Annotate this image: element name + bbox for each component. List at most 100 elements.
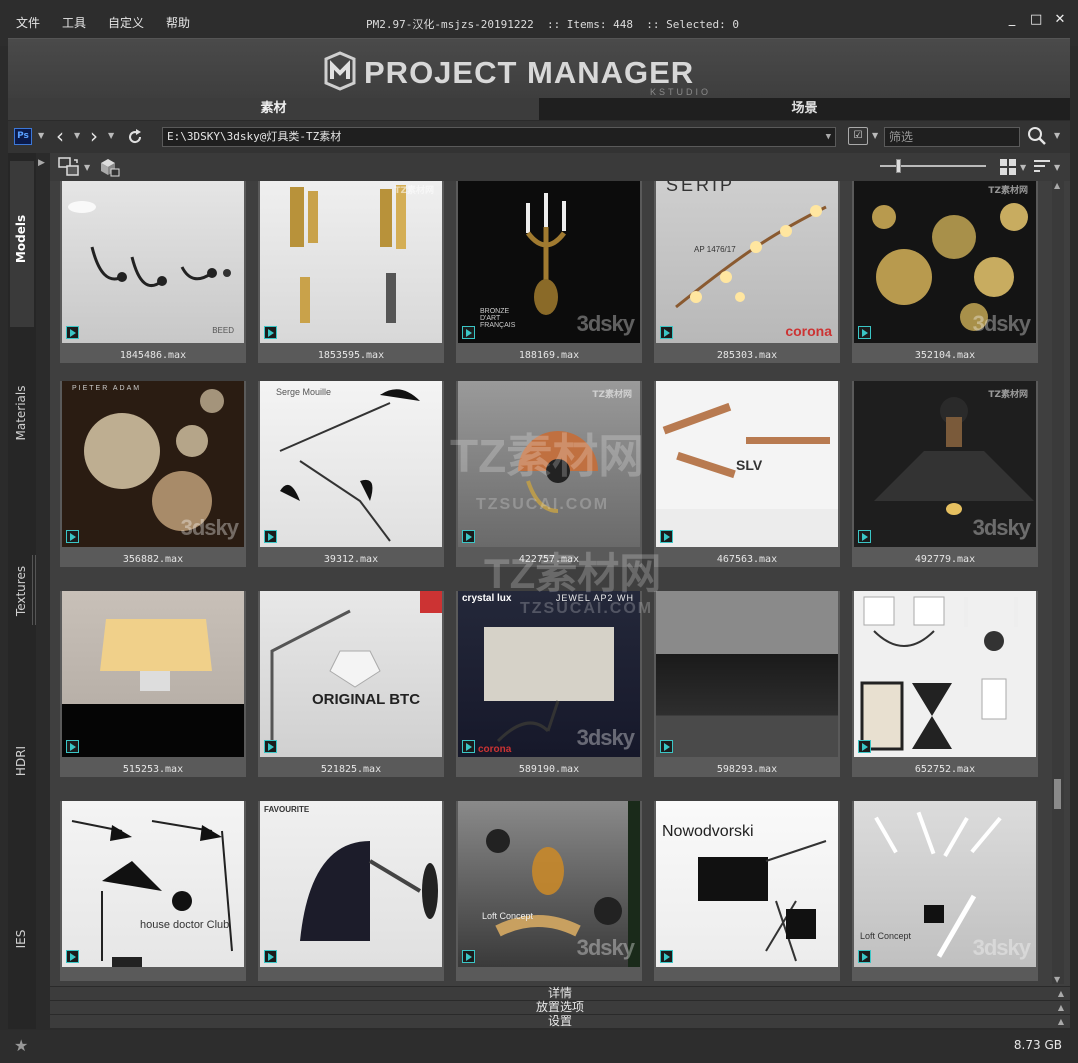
- star-icon[interactable]: ★: [14, 1036, 28, 1055]
- asset-card[interactable]: 515253.max: [60, 591, 246, 777]
- settings-panel[interactable]: 设置 ▲: [50, 1014, 1070, 1028]
- grid-scrollbar[interactable]: ▲ ▼: [1052, 181, 1064, 984]
- sort-dropdown-icon[interactable]: ▼: [1054, 163, 1060, 172]
- grid-view-icon[interactable]: [1000, 159, 1016, 175]
- asset-brand: FAVOURITE: [264, 805, 310, 814]
- category-textures[interactable]: Textures: [8, 566, 34, 616]
- status-bar: ★ 8.73 GB: [0, 1030, 1078, 1063]
- swap-view-icon[interactable]: [58, 157, 80, 177]
- asset-card[interactable]: 598293.max: [654, 591, 840, 777]
- asset-thumbnail: [62, 591, 244, 757]
- asset-card[interactable]: SERIP AP 1476/17 corona 285303.max: [654, 181, 840, 363]
- category-hdri[interactable]: HDRI: [8, 741, 34, 781]
- menu-help[interactable]: 帮助: [166, 14, 190, 31]
- asset-card[interactable]: Loft Concept 3dsky: [456, 801, 642, 981]
- minimize-icon[interactable]: _: [1006, 13, 1018, 26]
- asset-brand: Loft Concept: [860, 931, 912, 941]
- grid-dropdown-icon[interactable]: ▼: [1020, 163, 1026, 172]
- rail-splitter[interactable]: [32, 555, 36, 625]
- photoshop-icon[interactable]: Ps: [14, 128, 32, 145]
- close-icon[interactable]: ✕: [1054, 13, 1066, 26]
- asset-thumbnail: TZ素材网: [458, 381, 640, 547]
- category-ies[interactable]: IES: [8, 919, 34, 959]
- watermark-text: TZ素材网: [988, 186, 1028, 196]
- expand-icon[interactable]: ▲: [1058, 1015, 1064, 1028]
- thumb-size-slider-knob[interactable]: [896, 159, 901, 173]
- max-file-icon: [858, 326, 871, 339]
- asset-card[interactable]: TZ素材网 422757.max: [456, 381, 642, 567]
- collapse-rail-icon[interactable]: ▶: [38, 158, 45, 168]
- asset-card[interactable]: crystal lux JEWEL AP2 WH 3dsky corona 58…: [456, 591, 642, 777]
- ps-dropdown-icon[interactable]: ▼: [38, 131, 44, 140]
- expand-icon[interactable]: ▲: [1058, 987, 1064, 1000]
- max-file-icon: [858, 530, 871, 543]
- menu-bar: 文件 工具 自定义 帮助: [16, 14, 190, 31]
- filter-dropdown-icon[interactable]: ▼: [872, 131, 878, 140]
- search-icon[interactable]: [1026, 125, 1050, 147]
- max-file-icon: [462, 950, 475, 963]
- max-file-icon: [264, 530, 277, 543]
- asset-card[interactable]: 652752.max: [852, 591, 1038, 777]
- asset-thumbnail: Nowodvorski: [656, 801, 838, 967]
- logo: PROJECT MANAGER KSTUDIO: [320, 49, 770, 97]
- placement-options-panel[interactable]: 放置选项 ▲: [50, 1000, 1070, 1014]
- asset-card[interactable]: TZ素材网 3dsky 492779.max: [852, 381, 1038, 567]
- watermark-text: TZ素材网: [394, 186, 434, 196]
- asset-brand: Nowodvorski: [662, 823, 754, 840]
- favourite-lamp-image: [300, 841, 438, 941]
- stock-watermark: 3dsky: [972, 311, 1031, 336]
- asset-thumbnail: Loft Concept 3dsky: [458, 801, 640, 967]
- tab-scenes[interactable]: 场景: [539, 98, 1070, 120]
- menu-tools[interactable]: 工具: [62, 14, 86, 31]
- logo-sub: KSTUDIO: [650, 87, 712, 97]
- asset-card[interactable]: TZ素材网 1853595.max: [258, 181, 444, 363]
- asset-thumbnail: BEED: [62, 181, 244, 343]
- path-dropdown-icon[interactable]: ▼: [826, 128, 831, 146]
- asset-card[interactable]: BRONZE D'ART FRANÇAIS 3dsky 188169.max: [456, 181, 642, 363]
- tab-assets[interactable]: 素材: [8, 98, 539, 120]
- box-model-icon[interactable]: [98, 157, 120, 177]
- refresh-icon[interactable]: [126, 128, 144, 146]
- scroll-thumb[interactable]: [1054, 779, 1061, 809]
- category-materials[interactable]: Materials: [8, 385, 34, 440]
- max-file-icon: [66, 530, 79, 543]
- scroll-down-icon[interactable]: ▼: [1054, 975, 1060, 984]
- asset-card[interactable]: PIETER ADAM 3dsky 356882.max: [60, 381, 246, 567]
- menu-customize[interactable]: 自定义: [108, 14, 144, 31]
- menu-file[interactable]: 文件: [16, 14, 40, 31]
- asset-brand: ORIGINAL BTC: [312, 691, 421, 708]
- details-panel[interactable]: 详情 ▲: [50, 986, 1070, 1000]
- stock-watermark: 3dsky: [972, 935, 1031, 960]
- asset-card[interactable]: Loft Concept 3dsky: [852, 801, 1038, 981]
- asset-card[interactable]: house doctor Club: [60, 801, 246, 981]
- filter-toggle-icon[interactable]: ☑: [848, 127, 868, 145]
- swap-dropdown-icon[interactable]: ▼: [84, 163, 90, 172]
- forward-icon[interactable]: ›: [90, 125, 98, 147]
- back-dropdown-icon[interactable]: ▼: [74, 131, 80, 140]
- category-models[interactable]: Models: [8, 215, 34, 263]
- asset-card[interactable]: Nowodvorski: [654, 801, 840, 981]
- asset-card[interactable]: ORIGINAL BTC 521825.max: [258, 591, 444, 777]
- asset-card[interactable]: SLV 467563.max: [654, 381, 840, 567]
- stock-watermark: 3dsky: [972, 515, 1031, 540]
- sort-icon[interactable]: [1034, 159, 1050, 173]
- search-dropdown-icon[interactable]: ▼: [1054, 131, 1060, 140]
- asset-card[interactable]: TZ素材网 3dsky 352104.max: [852, 181, 1038, 363]
- asset-card[interactable]: BEED 1845486.max: [60, 181, 246, 363]
- asset-thumbnail: PIETER ADAM 3dsky: [62, 381, 244, 547]
- asset-filename: 1845486.max: [119, 350, 187, 361]
- asset-card[interactable]: FAVOURITE: [258, 801, 444, 981]
- maximize-icon[interactable]: □: [1030, 13, 1042, 26]
- asset-card[interactable]: Serge Mouille 39312.max: [258, 381, 444, 567]
- expand-icon[interactable]: ▲: [1058, 1001, 1064, 1014]
- branch-lamp-image: [675, 205, 827, 309]
- filter-input[interactable]: 筛选: [884, 127, 1020, 147]
- asset-brand: BRONZE D'ART FRANÇAIS: [480, 308, 516, 329]
- back-icon[interactable]: ‹: [56, 125, 64, 147]
- path-input[interactable]: E:\3DSKY\3dsky@灯具类-TZ素材 ▼: [162, 127, 836, 147]
- scroll-up-icon[interactable]: ▲: [1054, 181, 1060, 190]
- brass-sconces-image: [290, 185, 406, 323]
- asset-model: AP 1476/17: [694, 245, 736, 254]
- max-file-icon: [66, 950, 79, 963]
- forward-dropdown-icon[interactable]: ▼: [108, 131, 114, 140]
